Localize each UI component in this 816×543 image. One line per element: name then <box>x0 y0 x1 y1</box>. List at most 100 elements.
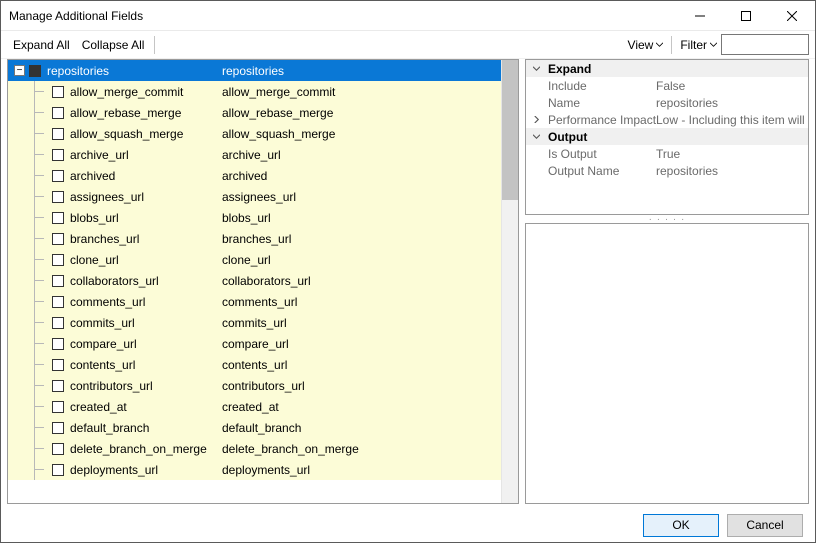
checkbox[interactable] <box>52 128 64 140</box>
preview-pane <box>525 223 809 504</box>
tree-row[interactable]: comments_urlcomments_url <box>8 291 518 312</box>
node-type: assignees_url <box>222 190 518 204</box>
tree-connector <box>22 375 52 396</box>
checkbox[interactable] <box>52 275 64 287</box>
tree-row[interactable]: archive_urlarchive_url <box>8 144 518 165</box>
horizontal-splitter[interactable]: · · · · · <box>525 215 809 223</box>
tree-row[interactable]: blobs_urlblobs_url <box>8 207 518 228</box>
view-dropdown[interactable]: View <box>624 34 668 56</box>
checkbox[interactable] <box>52 86 64 98</box>
tree-row[interactable]: assignees_urlassignees_url <box>8 186 518 207</box>
checkbox[interactable] <box>52 191 64 203</box>
content-area: −repositoriesrepositoriesallow_merge_com… <box>1 59 815 508</box>
scrollbar-thumb[interactable] <box>502 60 518 200</box>
checkbox[interactable] <box>52 233 64 245</box>
tree-connector <box>22 186 52 207</box>
property-key: Performance Impact <box>546 113 656 127</box>
property-row[interactable]: Include False <box>526 77 808 94</box>
checkbox[interactable] <box>52 107 64 119</box>
node-name: archived <box>70 169 115 183</box>
checkbox[interactable] <box>52 359 64 371</box>
tree-row[interactable]: default_branch default_branch <box>8 417 518 438</box>
node-name: default_branch <box>70 421 149 435</box>
checkbox[interactable] <box>52 296 64 308</box>
node-type: compare_url <box>222 337 518 351</box>
tree-row[interactable]: allow_rebase_mergeallow_rebase_merge <box>8 102 518 123</box>
tree-row[interactable]: archived archived <box>8 165 518 186</box>
expander-icon[interactable]: − <box>14 65 25 76</box>
toolbar: Expand All Collapse All View Filter <box>1 31 815 59</box>
property-group-output[interactable]: Output <box>526 128 808 145</box>
maximize-button[interactable] <box>723 1 769 31</box>
tree-row[interactable]: deployments_urldeployments_url <box>8 459 518 480</box>
checkbox[interactable] <box>52 443 64 455</box>
tree-row[interactable]: compare_urlcompare_url <box>8 333 518 354</box>
toolbar-separator <box>154 36 155 54</box>
node-type: default_branch <box>222 421 518 435</box>
checkbox[interactable] <box>52 422 64 434</box>
node-name: delete_branch_on_merge <box>70 442 207 456</box>
tree-row[interactable]: contents_url contents_url <box>8 354 518 375</box>
ok-button[interactable]: OK <box>643 514 719 537</box>
property-row[interactable]: Name repositories <box>526 94 808 111</box>
tree-connector <box>22 396 52 417</box>
property-row[interactable]: Is Output True <box>526 145 808 162</box>
node-name: contents_url <box>70 358 135 372</box>
tree-connector <box>22 123 52 144</box>
cancel-button[interactable]: Cancel <box>727 514 803 537</box>
property-row[interactable]: Performance Impact Low - Including this … <box>526 111 808 128</box>
node-type: contents_url <box>222 358 518 372</box>
property-row[interactable]: Output Name repositories <box>526 162 808 179</box>
node-type: collaborators_url <box>222 274 518 288</box>
node-name: branches_url <box>70 232 139 246</box>
group-label: Output <box>546 130 656 144</box>
checkbox[interactable] <box>52 212 64 224</box>
checkbox-mixed[interactable] <box>29 65 41 77</box>
tree-row[interactable]: clone_urlclone_url <box>8 249 518 270</box>
close-button[interactable] <box>769 1 815 31</box>
checkbox[interactable] <box>52 170 64 182</box>
tree-connector <box>22 249 52 270</box>
property-key: Include <box>546 79 656 93</box>
node-name: contributors_url <box>70 379 153 393</box>
tree-row[interactable]: allow_merge_commitallow_merge_commit <box>8 81 518 102</box>
tree-row[interactable]: contributors_urlcontributors_url <box>8 375 518 396</box>
property-group-expand[interactable]: Expand <box>526 60 808 77</box>
node-type: branches_url <box>222 232 518 246</box>
node-name: deployments_url <box>70 463 158 477</box>
node-type: allow_merge_commit <box>222 85 518 99</box>
tree-row[interactable]: created_atcreated_at <box>8 396 518 417</box>
checkbox[interactable] <box>52 401 64 413</box>
property-value: Low - Including this item will have ... <box>656 113 808 127</box>
checkbox[interactable] <box>52 380 64 392</box>
node-type: archived <box>222 169 518 183</box>
tree-row[interactable]: collaborators_urlcollaborators_url <box>8 270 518 291</box>
checkbox[interactable] <box>52 149 64 161</box>
tree-connector <box>22 270 52 291</box>
vertical-scrollbar[interactable] <box>501 60 518 503</box>
collapse-all-button[interactable]: Collapse All <box>76 34 151 56</box>
tree-connector <box>22 312 52 333</box>
tree-connector <box>22 417 52 438</box>
filter-input[interactable] <box>721 34 809 55</box>
node-name: commits_url <box>70 316 135 330</box>
checkbox[interactable] <box>52 254 64 266</box>
tree-row[interactable]: delete_branch_on_mergedelete_branch_on_m… <box>8 438 518 459</box>
filter-label: Filter <box>680 38 707 52</box>
filter-dropdown[interactable]: Filter <box>676 34 721 56</box>
checkbox[interactable] <box>52 338 64 350</box>
checkbox[interactable] <box>52 464 64 476</box>
tree-connector <box>22 144 52 165</box>
tree-row[interactable]: branches_url branches_url <box>8 228 518 249</box>
tree-root-row[interactable]: −repositoriesrepositories <box>8 60 518 81</box>
tree-connector <box>22 228 52 249</box>
checkbox[interactable] <box>52 317 64 329</box>
node-type: allow_rebase_merge <box>222 106 518 120</box>
expand-all-button[interactable]: Expand All <box>7 34 76 56</box>
tree-row[interactable]: commits_urlcommits_url <box>8 312 518 333</box>
dialog-window: Manage Additional Fields Expand All Coll… <box>0 0 816 543</box>
tree-connector <box>22 354 52 375</box>
minimize-button[interactable] <box>677 1 723 31</box>
tree-row[interactable]: allow_squash_mergeallow_squash_merge <box>8 123 518 144</box>
node-type: created_at <box>222 400 518 414</box>
